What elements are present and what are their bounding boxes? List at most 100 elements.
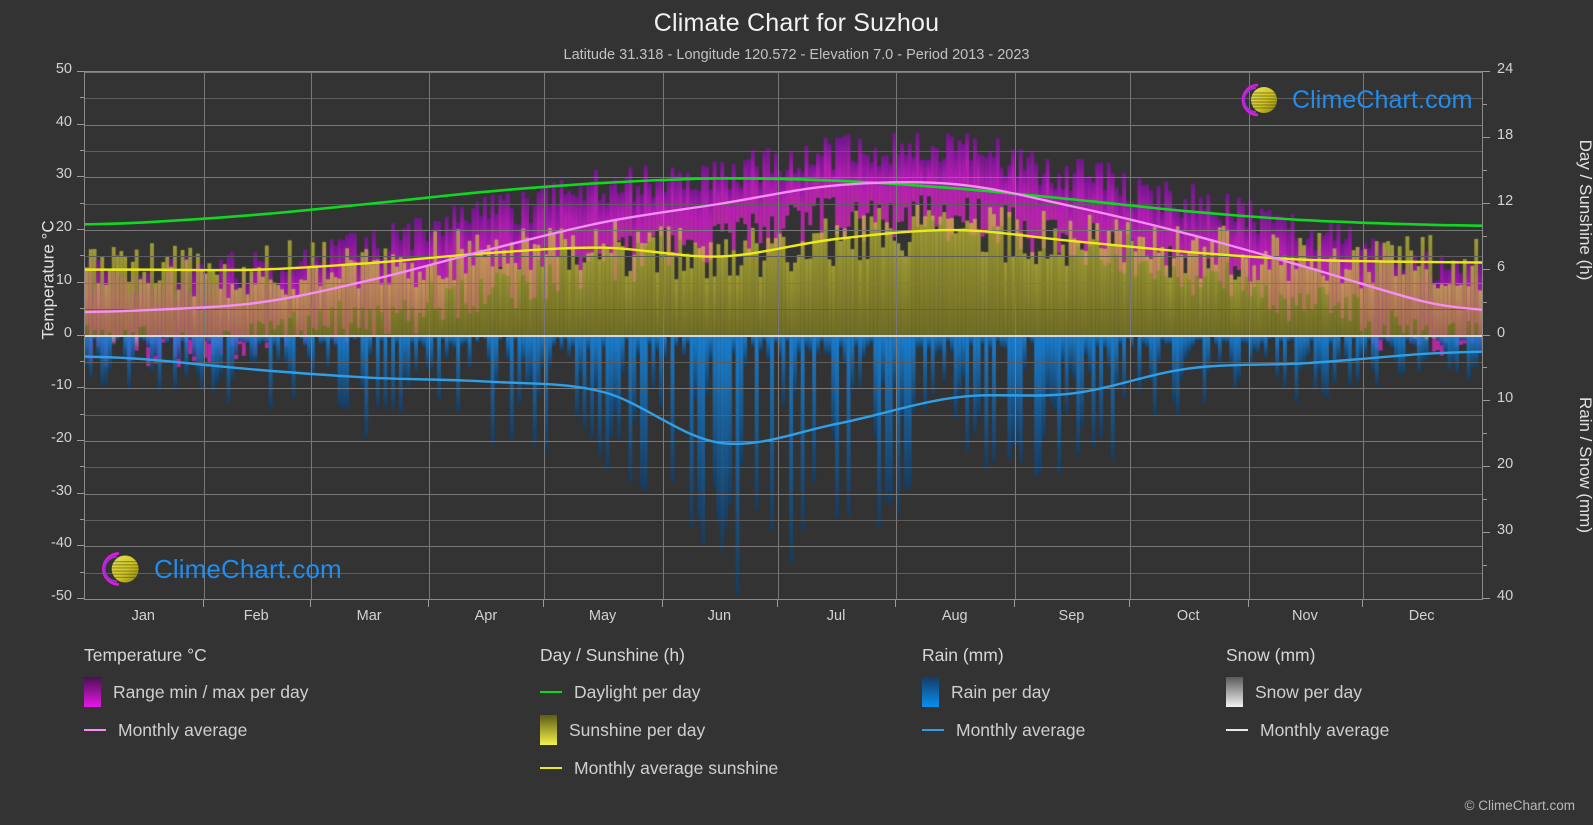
- watermark-logo-bottom: ClimeChart.com: [92, 548, 342, 590]
- legend-swatch-line: [540, 766, 562, 770]
- legend-item[interactable]: Sunshine per day: [540, 711, 778, 749]
- x-axis-tick-label: Aug: [941, 608, 968, 624]
- x-axis-tick-label: Dec: [1408, 608, 1435, 624]
- y-axis-tick-left: [77, 440, 84, 441]
- legend-swatch-line: [1226, 728, 1248, 732]
- legend-item-label: Monthly average: [118, 719, 248, 740]
- x-axis-tick: [895, 600, 896, 607]
- y-axis-tick-right-minor: [1483, 302, 1487, 303]
- x-axis-tick-label: Feb: [243, 608, 269, 624]
- y-axis-tick-right: [1483, 71, 1490, 72]
- y-axis-tick-label-left: 40: [55, 113, 72, 130]
- y-axis-tick-label-right-rain: 30: [1497, 522, 1514, 539]
- chart-subtitle: Latitude 31.318 - Longitude 120.572 - El…: [563, 47, 1030, 63]
- y-axis-tick-left: [77, 176, 84, 177]
- y-axis-tick-label-right-rain: 20: [1497, 456, 1514, 473]
- x-axis-tick: [1248, 600, 1249, 607]
- y-axis-tick-label-right-sunshine: 12: [1497, 192, 1514, 209]
- legend-group: Rain (mm) Rain per day Monthly average: [922, 645, 1085, 749]
- legend-item[interactable]: Monthly average: [1226, 711, 1389, 749]
- y-axis-tick-right: [1483, 532, 1490, 533]
- legend-item-label: Snow per day: [1255, 681, 1363, 702]
- y-axis-tick-left: [77, 493, 84, 494]
- legend-item[interactable]: Daylight per day: [540, 673, 778, 711]
- legend-item-label: Daylight per day: [574, 681, 701, 702]
- climechart-logo-icon: [1241, 83, 1277, 117]
- y-axis-tick-right-minor: [1483, 433, 1487, 434]
- gridline-horizontal: [85, 599, 1482, 600]
- y-axis-tick-label-right-sunshine: 18: [1497, 126, 1514, 143]
- legend-swatch-box: [540, 715, 557, 745]
- y-axis-tick-left: [77, 335, 84, 336]
- legend-item-label: Monthly average: [1260, 719, 1390, 740]
- legend-group-title: Snow (mm): [1226, 645, 1316, 665]
- legend-group: Day / Sunshine (h) Daylight per day Sunshi…: [540, 645, 778, 787]
- y-axis-title-right-bottom: Rain / Snow (mm): [1576, 396, 1593, 534]
- y-axis-tick-label-left: 50: [55, 61, 72, 77]
- curve-daylight-per-day: [85, 177, 1482, 228]
- climechart-logo-icon: [102, 552, 139, 586]
- y-axis-tick-right: [1483, 335, 1490, 336]
- legend-item[interactable]: Monthly average sunshine: [540, 749, 778, 787]
- y-axis-tick-label-left: -50: [51, 588, 72, 604]
- x-axis-tick: [543, 600, 544, 607]
- watermark-text: ClimeChart.com: [154, 553, 342, 584]
- x-axis-tick: [1129, 600, 1130, 607]
- legend-swatch-box: [1226, 677, 1243, 707]
- y-axis-tick-left-minor: [80, 203, 84, 204]
- x-axis-tick: [1014, 600, 1015, 607]
- legend-item-label: Range min / max per day: [113, 681, 309, 702]
- y-axis-tick-right: [1483, 269, 1490, 270]
- legend-item-label: Monthly average sunshine: [574, 757, 779, 778]
- y-axis-tick-label-left: -20: [51, 429, 72, 446]
- y-axis-tick-left: [77, 545, 84, 546]
- legend-item-label: Rain per day: [951, 681, 1051, 702]
- legend-group-title: Day / Sunshine (h): [540, 645, 685, 665]
- y-axis-tick-left-minor: [80, 308, 84, 309]
- legend-item-label: Monthly average: [956, 719, 1086, 740]
- y-axis-tick-label-right-sunshine: 6: [1497, 258, 1506, 275]
- y-axis-tick-right: [1483, 137, 1490, 138]
- y-axis-tick-right-minor: [1483, 565, 1487, 566]
- y-axis-tick-label-right-sunshine: 0: [1497, 324, 1506, 341]
- legend-swatch-box: [84, 677, 101, 707]
- x-axis-tick: [203, 600, 204, 607]
- legend-item[interactable]: Range min / max per day: [84, 673, 309, 711]
- x-axis-tick: [310, 600, 311, 607]
- y-axis-tick-label-left: -10: [51, 377, 72, 394]
- y-axis-tick-left-minor: [80, 361, 84, 362]
- x-axis-tick: [1362, 600, 1363, 607]
- legend-item[interactable]: Rain per day: [922, 673, 1085, 711]
- y-axis-tick-right-minor: [1483, 170, 1487, 171]
- y-axis-tick-right: [1483, 466, 1490, 467]
- y-axis-tick-left-minor: [80, 519, 84, 520]
- legend-item-label: Sunshine per day: [569, 719, 706, 740]
- legend-group-title: Temperature °C: [84, 645, 207, 665]
- x-axis-tick: [777, 600, 778, 607]
- legend-group: Temperature °C Range min / max per day Mon…: [84, 645, 309, 749]
- x-axis-tick: [662, 600, 663, 607]
- y-axis-tick-left-minor: [80, 150, 84, 151]
- legend-item[interactable]: Monthly average: [84, 711, 309, 749]
- legend-item[interactable]: Snow per day: [1226, 673, 1389, 711]
- y-axis-tick-right: [1483, 598, 1490, 599]
- x-axis-tick-label: Oct: [1176, 608, 1200, 624]
- y-axis-title-right-top: Day / Sunshine (h): [1576, 139, 1593, 281]
- y-axis-tick-right-minor: [1483, 367, 1487, 368]
- legend-swatch-box: [922, 677, 939, 707]
- curves-layer: [85, 177, 1482, 446]
- chart-header: Climate Chart for Suzhou Latitude 31.318…: [0, 0, 1593, 63]
- x-axis-tick-label: Sep: [1058, 608, 1085, 624]
- y-axis-tick-left-minor: [80, 97, 84, 98]
- legend-group-title: Rain (mm): [922, 645, 1004, 665]
- y-axis-tick-label-right-rain: 10: [1497, 390, 1514, 407]
- y-axis-tick-label-left: 30: [55, 166, 72, 183]
- legend-item[interactable]: Monthly average: [922, 711, 1085, 749]
- y-axis-tick-label-left: -40: [51, 535, 72, 552]
- legend-group: Snow (mm) Snow per day Monthly average: [1226, 645, 1389, 749]
- x-axis-tick-label: Jan: [131, 608, 155, 624]
- x-axis-tick-label: Jun: [707, 608, 732, 624]
- x-axis-tick-label: Jul: [826, 608, 846, 624]
- x-axis-tick-label: Apr: [474, 608, 498, 624]
- copyright-notice: © ClimeChart.com: [1464, 798, 1575, 813]
